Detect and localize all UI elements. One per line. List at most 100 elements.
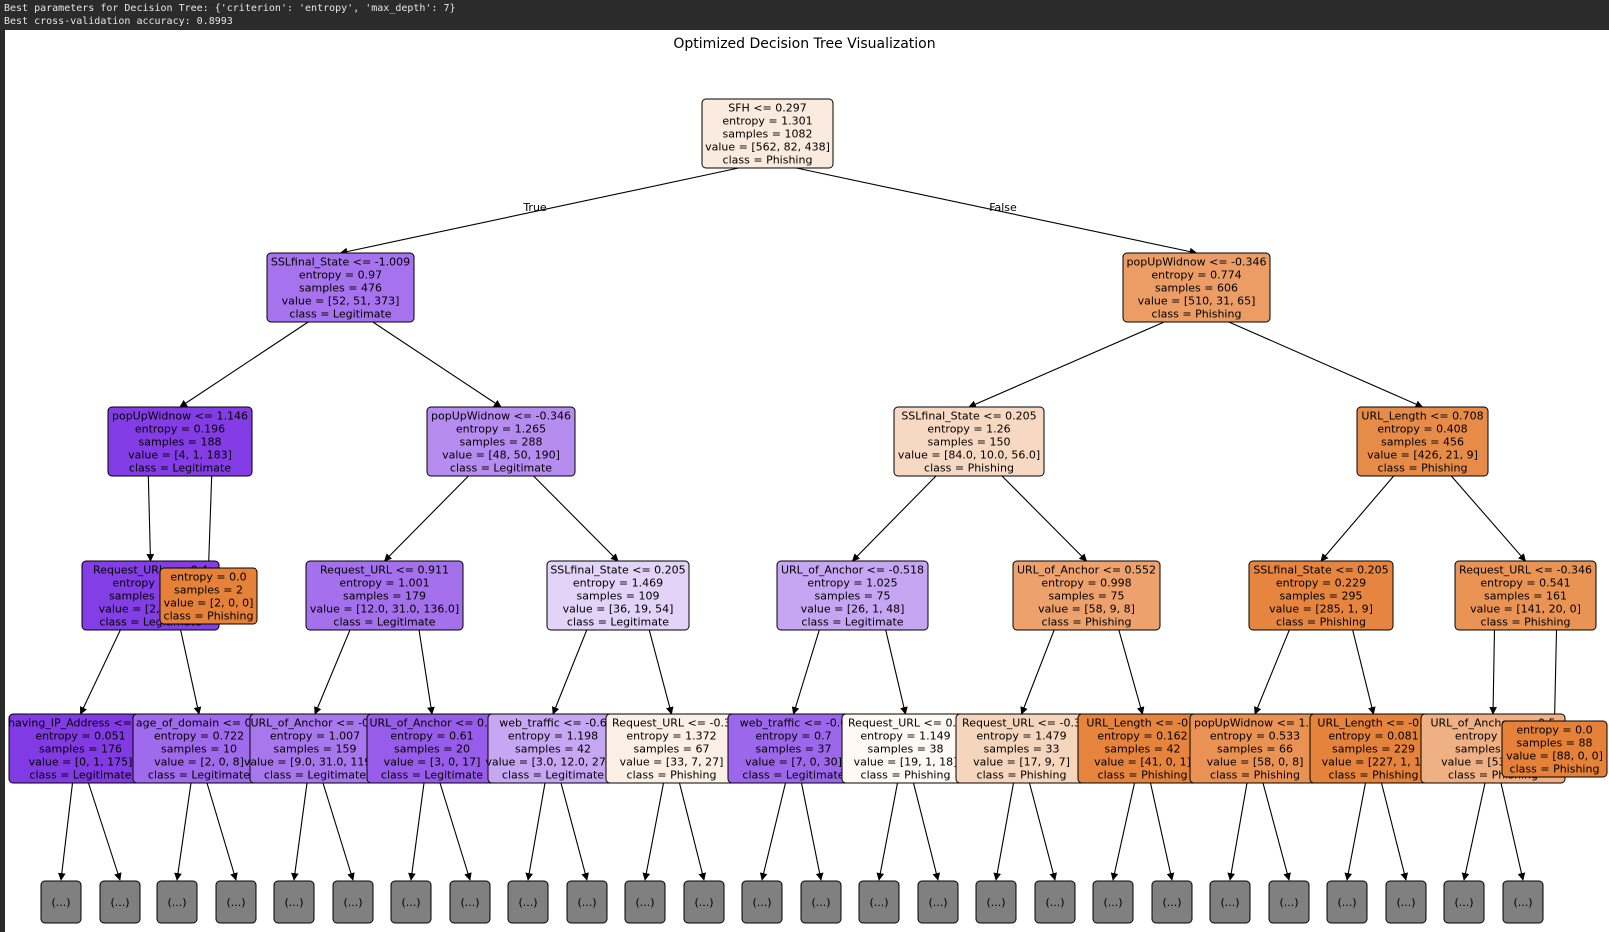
edge-n1-n4 bbox=[372, 321, 502, 408]
edge-n2-n6 bbox=[1228, 321, 1424, 408]
edge-n9-n17 bbox=[314, 629, 351, 715]
truncated-node: (...) bbox=[273, 880, 315, 924]
node-text: entropy = 0.0 bbox=[170, 571, 246, 584]
node-text: value = [227, 1, 1] bbox=[1322, 756, 1426, 769]
tree-node-n4: popUpWidnow <= -0.346entropy = 1.265samp… bbox=[426, 406, 576, 477]
node-text: value = [7, 0, 30] bbox=[745, 756, 842, 769]
node-text: entropy = 0.0 bbox=[1516, 724, 1592, 737]
node-text: Request_URL <= 0.9 bbox=[848, 717, 963, 730]
edge-n12-n24 bbox=[1118, 629, 1145, 715]
truncated-node: (...) bbox=[1502, 880, 1544, 924]
edge-n24-trunc-b bbox=[1149, 782, 1175, 881]
node-text: samples = 33 bbox=[984, 743, 1060, 756]
node-text: class = Phishing bbox=[1378, 462, 1468, 475]
node-text: class = Legitimate bbox=[567, 616, 669, 629]
tree-node-n2: popUpWidnow <= -0.346entropy = 0.774samp… bbox=[1122, 252, 1271, 323]
edge-n4-n9 bbox=[383, 475, 469, 562]
node-text: class = Legitimate bbox=[450, 462, 552, 475]
node-text: samples = 176 bbox=[39, 743, 122, 756]
edge-n22-trunc-b bbox=[912, 782, 941, 881]
edge-n18-trunc-b bbox=[439, 782, 472, 881]
truncated-node: (...) bbox=[624, 880, 666, 924]
tree-node-n26: URL_Length <= -0.5entropy = 0.081samples… bbox=[1309, 713, 1438, 784]
tree-node-n23: Request_URL <= -0.3entropy = 1.479sample… bbox=[955, 713, 1088, 784]
node-text: value = [12.0, 31.0, 136.0] bbox=[310, 603, 459, 616]
node-text: class = Phishing bbox=[1510, 763, 1600, 776]
edge-n18-trunc-a bbox=[408, 782, 425, 881]
node-text: samples = 229 bbox=[1332, 743, 1415, 756]
truncated-node-label: (...) bbox=[1337, 896, 1356, 909]
edge-n26-trunc-b bbox=[1380, 782, 1409, 881]
node-text: class = Phishing bbox=[1210, 769, 1300, 782]
node-text: samples = 1082 bbox=[723, 128, 813, 141]
node-text: value = [562, 82, 438] bbox=[705, 141, 830, 154]
edge-n21-trunc-a bbox=[759, 782, 787, 881]
node-text: entropy = 0.162 bbox=[1097, 730, 1187, 743]
node-text: entropy = 0.229 bbox=[1276, 577, 1366, 590]
tree-node-n13: SSLfinal_State <= 0.205entropy = 0.229sa… bbox=[1248, 560, 1394, 631]
truncated-node-label: (...) bbox=[1162, 896, 1181, 909]
node-text: value = [26, 1, 48] bbox=[801, 603, 905, 616]
truncated-node-label: (...) bbox=[635, 896, 654, 909]
node-text: entropy = 1.007 bbox=[270, 730, 360, 743]
node-text: samples = 109 bbox=[577, 590, 660, 603]
edge-n16-trunc-b bbox=[206, 782, 238, 881]
node-text: samples = 476 bbox=[299, 282, 382, 295]
edge-n6-n13 bbox=[1320, 475, 1395, 562]
tree-node-n9: Request_URL <= 0.911entropy = 1.001sampl… bbox=[305, 560, 464, 631]
node-text: entropy = 1.001 bbox=[339, 577, 429, 590]
truncated-node-label: (...) bbox=[401, 896, 420, 909]
node-text: class = Legitimate bbox=[129, 462, 231, 475]
node-text: samples = 67 bbox=[634, 743, 710, 756]
tree-node-n1: SSLfinal_State <= -1.009entropy = 0.97sa… bbox=[266, 252, 415, 323]
node-text: entropy = 1.265 bbox=[456, 423, 546, 436]
truncated-node: (...) bbox=[858, 880, 900, 924]
node-text: Request_URL <= -0.346 bbox=[1459, 564, 1592, 577]
truncated-node: (...) bbox=[1443, 880, 1485, 924]
node-text: class = Phishing bbox=[924, 462, 1014, 475]
edge-n3-n7 bbox=[146, 475, 155, 562]
edge-n17-trunc-a bbox=[291, 782, 308, 881]
truncated-node-label: (...) bbox=[110, 896, 129, 909]
node-text: class = Legitimate bbox=[289, 308, 391, 321]
edge-n13-n26 bbox=[1352, 629, 1376, 715]
truncated-node: (...) bbox=[1034, 880, 1076, 924]
edge-n22-trunc-a bbox=[876, 782, 899, 881]
node-text: value = [88, 0, 0] bbox=[1506, 750, 1603, 763]
node-text: samples = 159 bbox=[274, 743, 357, 756]
node-text: value = [141, 20, 0] bbox=[1470, 603, 1581, 616]
truncated-node: (...) bbox=[1151, 880, 1193, 924]
edge-n9-n18 bbox=[418, 629, 435, 715]
node-text: samples = 66 bbox=[1217, 743, 1293, 756]
truncated-node-label: (...) bbox=[343, 896, 362, 909]
node-text: SSLfinal_State <= 0.205 bbox=[901, 410, 1036, 423]
tree-node-n22: Request_URL <= 0.9entropy = 1.149samples… bbox=[841, 713, 970, 784]
node-text: entropy = 0.722 bbox=[154, 730, 244, 743]
edge-n16-trunc-a bbox=[174, 782, 192, 881]
node-text: class = Phishing bbox=[164, 610, 254, 623]
node-text: value = [3, 0, 17] bbox=[384, 756, 481, 769]
node-text: URL_Length <= -0.5 bbox=[1086, 717, 1198, 730]
node-text: popUpWidnow <= 1.146 bbox=[112, 410, 248, 423]
node-text: class = Legitimate bbox=[801, 616, 903, 629]
node-text: class = Legitimate bbox=[148, 769, 250, 782]
node-text: samples = 42 bbox=[515, 743, 591, 756]
tree-node-n15: having_IP_Address <= 0.5entropy = 0.051s… bbox=[8, 713, 153, 784]
node-text: Request_URL <= -0.3 bbox=[612, 717, 731, 730]
tree-node-n6: URL_Length <= 0.708entropy = 0.408sample… bbox=[1356, 406, 1489, 477]
edge-n14-n28 bbox=[1550, 629, 1559, 722]
node-text: entropy = 1.025 bbox=[807, 577, 897, 590]
truncated-node-label: (...) bbox=[577, 896, 596, 909]
node-text: entropy = 1.479 bbox=[976, 730, 1066, 743]
node-text: class = Legitimate bbox=[264, 769, 366, 782]
node-text: samples = 150 bbox=[928, 436, 1011, 449]
node-text: value = [9.0, 31.0, 119.0] bbox=[244, 756, 386, 769]
truncated-node: (...) bbox=[1209, 880, 1251, 924]
node-text: entropy = 0.61 bbox=[390, 730, 473, 743]
node-text: samples = 161 bbox=[1484, 590, 1567, 603]
node-text: class = Phishing bbox=[1329, 769, 1419, 782]
node-text: popUpWidnow <= -0.346 bbox=[1127, 256, 1267, 269]
node-text: entropy = 1.149 bbox=[860, 730, 950, 743]
node-text: value = [2, 0, 8] bbox=[154, 756, 244, 769]
node-text: samples = 456 bbox=[1381, 436, 1464, 449]
